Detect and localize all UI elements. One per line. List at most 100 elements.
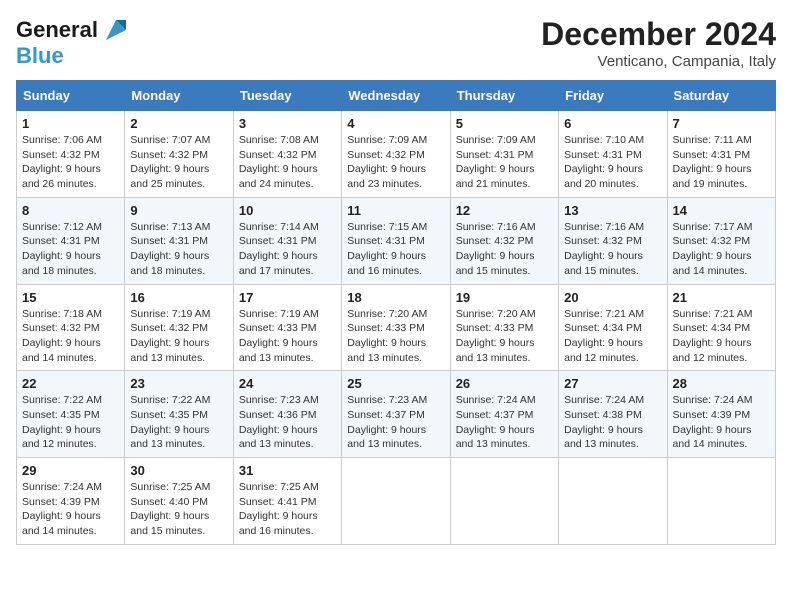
calendar-cell (450, 458, 558, 545)
calendar-cell: 30 Sunrise: 7:25 AMSunset: 4:40 PMDaylig… (125, 458, 233, 545)
weekday-header-row: SundayMondayTuesdayWednesdayThursdayFrid… (17, 81, 776, 111)
calendar-cell: 3 Sunrise: 7:08 AMSunset: 4:32 PMDayligh… (233, 111, 341, 198)
weekday-header: Monday (125, 81, 233, 111)
calendar-cell (559, 458, 667, 545)
day-number: 11 (347, 203, 444, 218)
day-info: Sunrise: 7:22 AMSunset: 4:35 PMDaylight:… (22, 394, 102, 450)
day-info: Sunrise: 7:24 AMSunset: 4:39 PMDaylight:… (673, 394, 753, 450)
calendar-cell (342, 458, 450, 545)
calendar-cell: 28 Sunrise: 7:24 AMSunset: 4:39 PMDaylig… (667, 371, 775, 458)
day-number: 16 (130, 290, 227, 305)
logo-icon (102, 16, 130, 44)
day-info: Sunrise: 7:20 AMSunset: 4:33 PMDaylight:… (347, 308, 427, 364)
day-number: 2 (130, 116, 227, 131)
calendar-cell: 23 Sunrise: 7:22 AMSunset: 4:35 PMDaylig… (125, 371, 233, 458)
weekday-header: Friday (559, 81, 667, 111)
day-info: Sunrise: 7:23 AMSunset: 4:36 PMDaylight:… (239, 394, 319, 450)
calendar-cell: 9 Sunrise: 7:13 AMSunset: 4:31 PMDayligh… (125, 197, 233, 284)
calendar-cell (667, 458, 775, 545)
day-info: Sunrise: 7:22 AMSunset: 4:35 PMDaylight:… (130, 394, 210, 450)
calendar-week-row: 8 Sunrise: 7:12 AMSunset: 4:31 PMDayligh… (17, 197, 776, 284)
day-number: 30 (130, 463, 227, 478)
weekday-header: Saturday (667, 81, 775, 111)
day-number: 21 (673, 290, 770, 305)
day-info: Sunrise: 7:25 AMSunset: 4:40 PMDaylight:… (130, 481, 210, 537)
calendar-cell: 4 Sunrise: 7:09 AMSunset: 4:32 PMDayligh… (342, 111, 450, 198)
weekday-header: Tuesday (233, 81, 341, 111)
day-number: 4 (347, 116, 444, 131)
day-number: 14 (673, 203, 770, 218)
calendar-cell: 18 Sunrise: 7:20 AMSunset: 4:33 PMDaylig… (342, 284, 450, 371)
calendar-cell: 19 Sunrise: 7:20 AMSunset: 4:33 PMDaylig… (450, 284, 558, 371)
location-title: Venticano, Campania, Italy (541, 53, 776, 70)
day-number: 22 (22, 376, 119, 391)
day-info: Sunrise: 7:17 AMSunset: 4:32 PMDaylight:… (673, 221, 753, 277)
day-number: 31 (239, 463, 336, 478)
calendar-cell: 8 Sunrise: 7:12 AMSunset: 4:31 PMDayligh… (17, 197, 125, 284)
calendar-week-row: 29 Sunrise: 7:24 AMSunset: 4:39 PMDaylig… (17, 458, 776, 545)
day-number: 24 (239, 376, 336, 391)
day-info: Sunrise: 7:10 AMSunset: 4:31 PMDaylight:… (564, 134, 644, 190)
day-info: Sunrise: 7:12 AMSunset: 4:31 PMDaylight:… (22, 221, 102, 277)
logo-text: General (16, 18, 98, 42)
day-number: 17 (239, 290, 336, 305)
day-number: 29 (22, 463, 119, 478)
calendar-cell: 22 Sunrise: 7:22 AMSunset: 4:35 PMDaylig… (17, 371, 125, 458)
calendar-cell: 5 Sunrise: 7:09 AMSunset: 4:31 PMDayligh… (450, 111, 558, 198)
logo-blue-text: Blue (16, 44, 130, 68)
calendar-cell: 20 Sunrise: 7:21 AMSunset: 4:34 PMDaylig… (559, 284, 667, 371)
day-info: Sunrise: 7:06 AMSunset: 4:32 PMDaylight:… (22, 134, 102, 190)
calendar-cell: 24 Sunrise: 7:23 AMSunset: 4:36 PMDaylig… (233, 371, 341, 458)
day-number: 12 (456, 203, 553, 218)
calendar-cell: 25 Sunrise: 7:23 AMSunset: 4:37 PMDaylig… (342, 371, 450, 458)
day-number: 20 (564, 290, 661, 305)
day-info: Sunrise: 7:25 AMSunset: 4:41 PMDaylight:… (239, 481, 319, 537)
calendar-cell: 14 Sunrise: 7:17 AMSunset: 4:32 PMDaylig… (667, 197, 775, 284)
day-info: Sunrise: 7:23 AMSunset: 4:37 PMDaylight:… (347, 394, 427, 450)
day-number: 19 (456, 290, 553, 305)
logo: General Blue (16, 16, 130, 68)
day-number: 26 (456, 376, 553, 391)
day-info: Sunrise: 7:07 AMSunset: 4:32 PMDaylight:… (130, 134, 210, 190)
day-number: 8 (22, 203, 119, 218)
day-number: 13 (564, 203, 661, 218)
day-info: Sunrise: 7:21 AMSunset: 4:34 PMDaylight:… (673, 308, 753, 364)
day-number: 7 (673, 116, 770, 131)
day-info: Sunrise: 7:11 AMSunset: 4:31 PMDaylight:… (673, 134, 752, 190)
calendar-cell: 27 Sunrise: 7:24 AMSunset: 4:38 PMDaylig… (559, 371, 667, 458)
day-info: Sunrise: 7:09 AMSunset: 4:31 PMDaylight:… (456, 134, 536, 190)
calendar-cell: 1 Sunrise: 7:06 AMSunset: 4:32 PMDayligh… (17, 111, 125, 198)
weekday-header: Wednesday (342, 81, 450, 111)
calendar-cell: 31 Sunrise: 7:25 AMSunset: 4:41 PMDaylig… (233, 458, 341, 545)
day-info: Sunrise: 7:09 AMSunset: 4:32 PMDaylight:… (347, 134, 427, 190)
calendar-cell: 29 Sunrise: 7:24 AMSunset: 4:39 PMDaylig… (17, 458, 125, 545)
day-info: Sunrise: 7:18 AMSunset: 4:32 PMDaylight:… (22, 308, 102, 364)
title-area: December 2024 Venticano, Campania, Italy (541, 16, 776, 70)
day-number: 15 (22, 290, 119, 305)
day-info: Sunrise: 7:24 AMSunset: 4:38 PMDaylight:… (564, 394, 644, 450)
month-title: December 2024 (541, 16, 776, 53)
day-info: Sunrise: 7:24 AMSunset: 4:39 PMDaylight:… (22, 481, 102, 537)
day-number: 25 (347, 376, 444, 391)
day-info: Sunrise: 7:20 AMSunset: 4:33 PMDaylight:… (456, 308, 536, 364)
day-info: Sunrise: 7:24 AMSunset: 4:37 PMDaylight:… (456, 394, 536, 450)
day-number: 6 (564, 116, 661, 131)
weekday-header: Sunday (17, 81, 125, 111)
day-info: Sunrise: 7:13 AMSunset: 4:31 PMDaylight:… (130, 221, 210, 277)
day-number: 18 (347, 290, 444, 305)
calendar-cell: 15 Sunrise: 7:18 AMSunset: 4:32 PMDaylig… (17, 284, 125, 371)
calendar-cell: 11 Sunrise: 7:15 AMSunset: 4:31 PMDaylig… (342, 197, 450, 284)
calendar-week-row: 22 Sunrise: 7:22 AMSunset: 4:35 PMDaylig… (17, 371, 776, 458)
calendar-week-row: 15 Sunrise: 7:18 AMSunset: 4:32 PMDaylig… (17, 284, 776, 371)
day-number: 27 (564, 376, 661, 391)
calendar-cell: 10 Sunrise: 7:14 AMSunset: 4:31 PMDaylig… (233, 197, 341, 284)
weekday-header: Thursday (450, 81, 558, 111)
calendar-cell: 12 Sunrise: 7:16 AMSunset: 4:32 PMDaylig… (450, 197, 558, 284)
day-number: 3 (239, 116, 336, 131)
day-info: Sunrise: 7:08 AMSunset: 4:32 PMDaylight:… (239, 134, 319, 190)
calendar-week-row: 1 Sunrise: 7:06 AMSunset: 4:32 PMDayligh… (17, 111, 776, 198)
calendar-cell: 6 Sunrise: 7:10 AMSunset: 4:31 PMDayligh… (559, 111, 667, 198)
day-info: Sunrise: 7:19 AMSunset: 4:33 PMDaylight:… (239, 308, 319, 364)
day-number: 28 (673, 376, 770, 391)
calendar-cell: 2 Sunrise: 7:07 AMSunset: 4:32 PMDayligh… (125, 111, 233, 198)
